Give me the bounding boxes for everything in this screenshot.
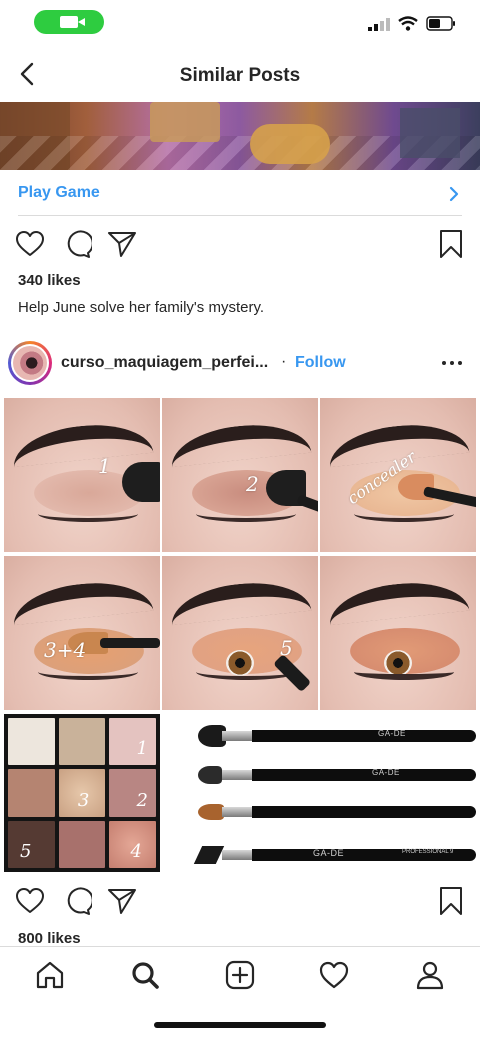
more-icon[interactable] — [442, 361, 462, 365]
home-icon[interactable] — [34, 959, 66, 991]
step-label-3-4: 3+4 — [44, 638, 87, 662]
brush-item — [198, 804, 480, 820]
palette-pan — [8, 769, 55, 817]
chevron-right-icon — [449, 186, 459, 202]
palette-pan: 4 — [109, 820, 156, 868]
bottom-tab-bar — [0, 946, 480, 1004]
ad-likes-count[interactable]: 340 likes — [18, 272, 81, 289]
tutorial-step-5: 5 — [162, 556, 318, 710]
palette-pan — [58, 820, 106, 868]
comment-icon[interactable] — [62, 229, 92, 259]
ad-caption: Help June solve her family's mystery. — [18, 299, 264, 316]
bookmark-icon[interactable] — [436, 229, 466, 259]
username[interactable]: curso_maquiagem_perfei... — [61, 354, 268, 372]
banner-books — [400, 108, 460, 158]
activity-icon[interactable] — [318, 959, 350, 991]
tutorial-step-2: 2 — [162, 398, 318, 552]
palette-number: 5 — [20, 840, 32, 862]
home-indicator — [154, 1022, 326, 1028]
share-icon[interactable] — [107, 886, 137, 916]
banner-pillow — [250, 124, 330, 164]
cellular-signal-icon — [368, 17, 390, 31]
palette-pan: 2 — [109, 769, 156, 817]
palette-number: 4 — [130, 840, 142, 862]
play-game-cta[interactable]: Play Game — [0, 170, 480, 216]
post-action-bar — [0, 886, 480, 926]
palette-pan — [8, 718, 55, 766]
follow-button[interactable]: Follow — [295, 354, 346, 372]
status-icons — [368, 16, 456, 31]
palette-pan: 5 — [8, 820, 55, 868]
play-game-label: Play Game — [18, 184, 100, 201]
video-camera-icon — [60, 16, 85, 28]
separator-dot: · — [281, 353, 287, 370]
brush-series-number: 9 — [450, 849, 454, 855]
palette-pan: 1 — [109, 718, 156, 766]
tutorial-step-3-4: 3+4 — [4, 556, 160, 710]
step-label-5: 5 — [280, 636, 293, 660]
tutorial-step-1: 1 — [4, 398, 160, 552]
nav-header: Similar Posts — [0, 44, 480, 102]
status-bar — [0, 0, 480, 44]
banner-stool — [150, 102, 220, 142]
game-banner-image[interactable] — [0, 102, 480, 170]
heart-icon[interactable] — [15, 886, 45, 916]
post-header: curso_maquiagem_perfei... · Follow — [0, 341, 480, 387]
brush-series-label: PROFESSIONAL — [402, 849, 449, 855]
brush-brand-label: GA-DE — [372, 768, 400, 777]
tutorial-step-3: concealer — [320, 398, 476, 552]
share-icon[interactable] — [107, 229, 137, 259]
palette-number: 3 — [77, 789, 90, 811]
avatar-photo — [13, 346, 47, 380]
bookmark-icon[interactable] — [436, 886, 466, 916]
brush-item: GA-DE PROFESSIONAL 9 — [193, 846, 480, 864]
tutorial-final-look — [320, 556, 476, 710]
avatar[interactable] — [8, 341, 52, 385]
eyeshadow-palette: 1 3 2 5 4 — [4, 714, 160, 872]
divider — [18, 215, 462, 216]
step-label-2: 2 — [246, 472, 259, 496]
profile-icon[interactable] — [414, 959, 446, 991]
step-label-1: 1 — [98, 454, 111, 478]
battery-icon — [426, 16, 455, 31]
palette-number: 2 — [136, 789, 148, 811]
heart-icon[interactable] — [15, 229, 45, 259]
search-icon[interactable] — [129, 959, 161, 991]
page-title: Similar Posts — [179, 65, 301, 86]
comment-icon[interactable] — [62, 886, 92, 916]
brush-brand-label: GA-DE — [378, 729, 406, 738]
brush-brand-label: GA-DE — [313, 848, 345, 858]
facetime-call-indicator[interactable] — [34, 10, 104, 34]
post-likes-count[interactable]: 800 likes — [18, 930, 81, 947]
ad-action-bar — [0, 229, 480, 269]
brush-item: GA-DE — [198, 766, 480, 784]
create-icon[interactable] — [224, 959, 256, 991]
wifi-icon — [398, 16, 418, 31]
palette-pan — [58, 718, 106, 766]
post-image[interactable]: 1 2 concealer 3+4 5 1 3 2 5 4 GA-DE GA-D… — [0, 396, 480, 874]
palette-number: 1 — [136, 738, 148, 760]
brush-item: GA-DE — [198, 725, 480, 747]
palette-pan: 3 — [58, 769, 106, 817]
brush-set: GA-DE GA-DE GA-DE PROFESSIONAL 9 — [193, 714, 480, 874]
